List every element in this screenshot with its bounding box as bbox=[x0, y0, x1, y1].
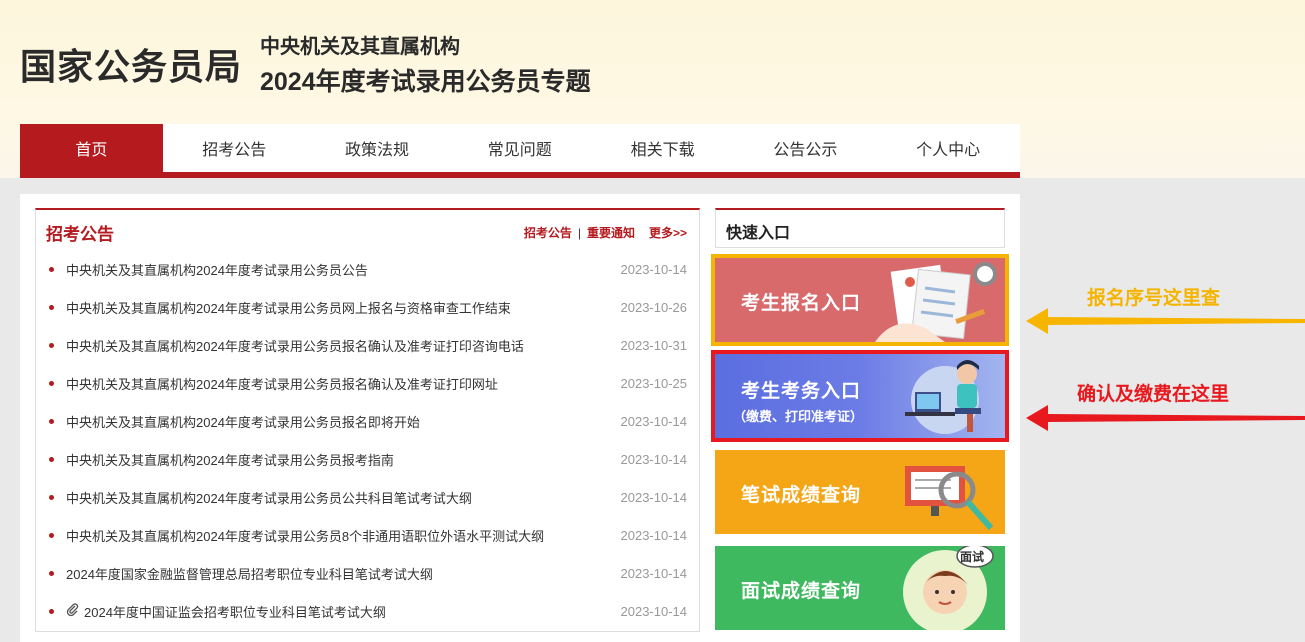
red-arrow-icon bbox=[1026, 405, 1305, 431]
notice-item-date: 2023-10-26 bbox=[620, 299, 688, 315]
registration-illustration-icon bbox=[875, 262, 997, 342]
notice-item-title[interactable]: 中央机关及其直属机构2024年度考试录用公务员报名确认及准考证打印咨询电话 bbox=[66, 336, 621, 355]
list-item[interactable]: 中央机关及其直属机构2024年度考试录用公务员8个非通用语职位外语水平测试大纲 2… bbox=[36, 516, 699, 554]
notice-item-title[interactable]: 中央机关及其直属机构2024年度考试录用公务员公告 bbox=[66, 260, 621, 279]
notice-panel: 招考公告 招考公告 | 重要通知 更多>> 中央机关及其直属机构2024年度考试… bbox=[35, 208, 700, 632]
nav-announcements[interactable]: 公告公示 bbox=[734, 124, 877, 172]
annotation-confirm-payment: 确认及缴费在这里 bbox=[1077, 384, 1230, 405]
registration-entry-label: 考生报名入口 bbox=[741, 293, 862, 314]
notice-item-date: 2023-10-14 bbox=[620, 451, 688, 467]
list-item[interactable]: 中央机关及其直属机构2024年度考试录用公务员报名即将开始 2023-10-14 bbox=[36, 402, 699, 440]
notice-item-date: 2023-10-14 bbox=[620, 261, 688, 277]
nav-policy[interactable]: 政策法规 bbox=[306, 124, 449, 172]
quick-entry-header: 快速入口 bbox=[715, 208, 1005, 248]
notice-item-title-with-attachment[interactable]: 2024年度中国证监会招考职位专业科目笔试考试大纲 bbox=[66, 602, 621, 621]
main-nav: 首页 招考公告 政策法规 常见问题 相关下载 公告公示 个人中心 bbox=[20, 124, 1020, 178]
list-item[interactable]: 中央机关及其直属机构2024年度考试录用公务员报考指南 2023-10-14 bbox=[36, 440, 699, 478]
list-item[interactable]: 2024年度中国证监会招考职位专业科目笔试考试大纲 2023-10-14 bbox=[36, 592, 699, 630]
interview-score-query-label: 面试成绩查询 bbox=[741, 581, 862, 602]
more-link[interactable]: 更多>> bbox=[649, 224, 687, 241]
written-score-query-button[interactable]: 笔试成绩查询 bbox=[715, 450, 1005, 534]
subtitle-org: 中央机关及其直属机构 bbox=[260, 36, 460, 58]
nav-personal-center[interactable]: 个人中心 bbox=[877, 124, 1020, 172]
list-item[interactable]: 2024年度国家金融监督管理总局招考职位专业科目笔试考试大纲 2023-10-14 bbox=[36, 554, 699, 592]
nav-faq[interactable]: 常见问题 bbox=[448, 124, 591, 172]
notice-item-title[interactable]: 中央机关及其直属机构2024年度考试录用公务员报考指南 bbox=[66, 450, 621, 469]
registration-entry-button[interactable]: 考生报名入口 bbox=[711, 254, 1009, 346]
notice-item-title[interactable]: 2024年度中国证监会招考职位专业科目笔试考试大纲 bbox=[84, 605, 386, 620]
notice-item-date: 2023-10-25 bbox=[620, 375, 688, 391]
notice-item-title[interactable]: 中央机关及其直属机构2024年度考试录用公务员网上报名与资格审查工作结束 bbox=[66, 298, 621, 317]
notice-list: 中央机关及其直属机构2024年度考试录用公务员公告 2023-10-14 中央机关… bbox=[36, 250, 699, 630]
interview-illustration-icon bbox=[903, 546, 994, 630]
subtitle-topic: 2024年度考试录用公务员专题 bbox=[260, 68, 591, 96]
exam-affairs-entry-button[interactable]: 考生考务入口 （缴费、打印准考证） bbox=[711, 350, 1009, 442]
link-important-notice[interactable]: 重要通知 bbox=[587, 224, 635, 241]
notice-item-date: 2023-10-14 bbox=[620, 565, 688, 581]
notice-item-date: 2023-10-14 bbox=[620, 489, 688, 505]
nav-downloads[interactable]: 相关下载 bbox=[591, 124, 734, 172]
list-item[interactable]: 中央机关及其直属机构2024年度考试录用公务员网上报名与资格审查工作结束 2023… bbox=[36, 288, 699, 326]
notice-links: 招考公告 | 重要通知 更多>> bbox=[524, 224, 687, 241]
interview-tag: 面试 bbox=[959, 550, 984, 564]
notice-item-title[interactable]: 中央机关及其直属机构2024年度考试录用公务员报名即将开始 bbox=[66, 412, 621, 431]
notice-item-title[interactable]: 中央机关及其直属机构2024年度考试录用公务员8个非通用语职位外语水平测试大纲 bbox=[66, 526, 621, 545]
notice-title: 招考公告 bbox=[46, 225, 114, 244]
exam-affairs-illustration-icon bbox=[905, 360, 981, 434]
link-recruitment-notice[interactable]: 招考公告 bbox=[524, 224, 572, 241]
notice-item-date: 2023-10-31 bbox=[620, 337, 688, 353]
nav-home[interactable]: 首页 bbox=[20, 124, 163, 172]
interview-score-query-button[interactable]: 面试成绩查询 面试 bbox=[715, 546, 1005, 630]
nav-recruitment-notice[interactable]: 招考公告 bbox=[163, 124, 306, 172]
site-logo[interactable]: 国家公务员局 bbox=[20, 38, 242, 90]
exam-affairs-entry-sub: （缴费、打印准考证） bbox=[733, 409, 864, 424]
notice-item-date: 2023-10-14 bbox=[620, 413, 688, 429]
notice-item-title[interactable]: 中央机关及其直属机构2024年度考试录用公务员报名确认及准考证打印网址 bbox=[66, 374, 621, 393]
list-item[interactable]: 中央机关及其直属机构2024年度考试录用公务员公共科目笔试考试大纲 2023-10… bbox=[36, 478, 699, 516]
written-score-query-label: 笔试成绩查询 bbox=[741, 485, 862, 506]
exam-affairs-entry-label: 考生考务入口 bbox=[741, 381, 862, 402]
notice-item-title[interactable]: 2024年度国家金融监督管理总局招考职位专业科目笔试考试大纲 bbox=[66, 564, 621, 583]
notice-item-date: 2023-10-14 bbox=[620, 603, 688, 619]
list-item[interactable]: 中央机关及其直属机构2024年度考试录用公务员报名确认及准考证打印网址 2023-… bbox=[36, 364, 699, 402]
link-separator: | bbox=[577, 225, 581, 240]
quick-entry-title: 快速入口 bbox=[726, 225, 791, 242]
yellow-arrow-icon bbox=[1026, 308, 1305, 334]
attachment-icon bbox=[66, 602, 80, 620]
written-score-illustration-icon bbox=[905, 466, 994, 530]
list-item[interactable]: 中央机关及其直属机构2024年度考试录用公务员报名确认及准考证打印咨询电话 202… bbox=[36, 326, 699, 364]
notice-item-title[interactable]: 中央机关及其直属机构2024年度考试录用公务员公共科目笔试考试大纲 bbox=[66, 488, 621, 507]
list-item[interactable]: 中央机关及其直属机构2024年度考试录用公务员公告 2023-10-14 bbox=[36, 250, 699, 288]
notice-item-date: 2023-10-14 bbox=[620, 527, 688, 543]
